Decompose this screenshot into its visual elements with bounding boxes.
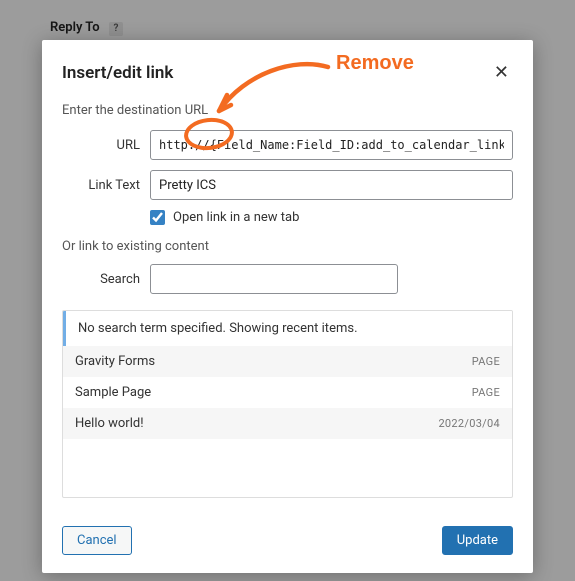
url-label: URL bbox=[62, 138, 150, 153]
link-text-input[interactable] bbox=[150, 170, 513, 200]
existing-content-label: Or link to existing content bbox=[62, 239, 513, 254]
search-row: Search bbox=[62, 264, 513, 294]
link-text-label: Link Text bbox=[62, 178, 150, 193]
result-title: Gravity Forms bbox=[75, 354, 155, 369]
results-info: No search term specified. Showing recent… bbox=[63, 311, 512, 346]
result-title: Hello world! bbox=[75, 416, 144, 431]
insert-link-modal: Insert/edit link ✕ Enter the destination… bbox=[42, 40, 533, 573]
modal-body: Enter the destination URL URL Link Text … bbox=[42, 103, 533, 512]
result-meta: 2022/03/04 bbox=[438, 417, 500, 430]
result-meta: PAGE bbox=[472, 355, 500, 368]
cancel-button[interactable]: Cancel bbox=[62, 526, 132, 555]
results-list: No search term specified. Showing recent… bbox=[62, 310, 513, 498]
search-input[interactable] bbox=[150, 264, 398, 294]
update-button[interactable]: Update bbox=[442, 526, 513, 555]
list-item[interactable]: Sample Page PAGE bbox=[63, 377, 512, 408]
list-item[interactable]: Gravity Forms PAGE bbox=[63, 346, 512, 377]
new-tab-label: Open link in a new tab bbox=[173, 210, 299, 225]
modal-title: Insert/edit link bbox=[62, 63, 173, 83]
new-tab-checkbox[interactable] bbox=[150, 210, 165, 225]
result-meta: PAGE bbox=[472, 386, 500, 399]
result-title: Sample Page bbox=[75, 385, 151, 400]
url-input[interactable] bbox=[150, 130, 513, 160]
modal-footer: Cancel Update bbox=[42, 512, 533, 573]
close-icon[interactable]: ✕ bbox=[490, 58, 513, 87]
new-tab-row[interactable]: Open link in a new tab bbox=[150, 210, 513, 225]
list-item[interactable]: Hello world! 2022/03/04 bbox=[63, 408, 512, 439]
search-label: Search bbox=[62, 272, 150, 287]
instruction-text: Enter the destination URL bbox=[62, 103, 513, 118]
url-row: URL bbox=[62, 130, 513, 160]
link-text-row: Link Text bbox=[62, 170, 513, 200]
modal-header: Insert/edit link ✕ bbox=[42, 40, 533, 97]
